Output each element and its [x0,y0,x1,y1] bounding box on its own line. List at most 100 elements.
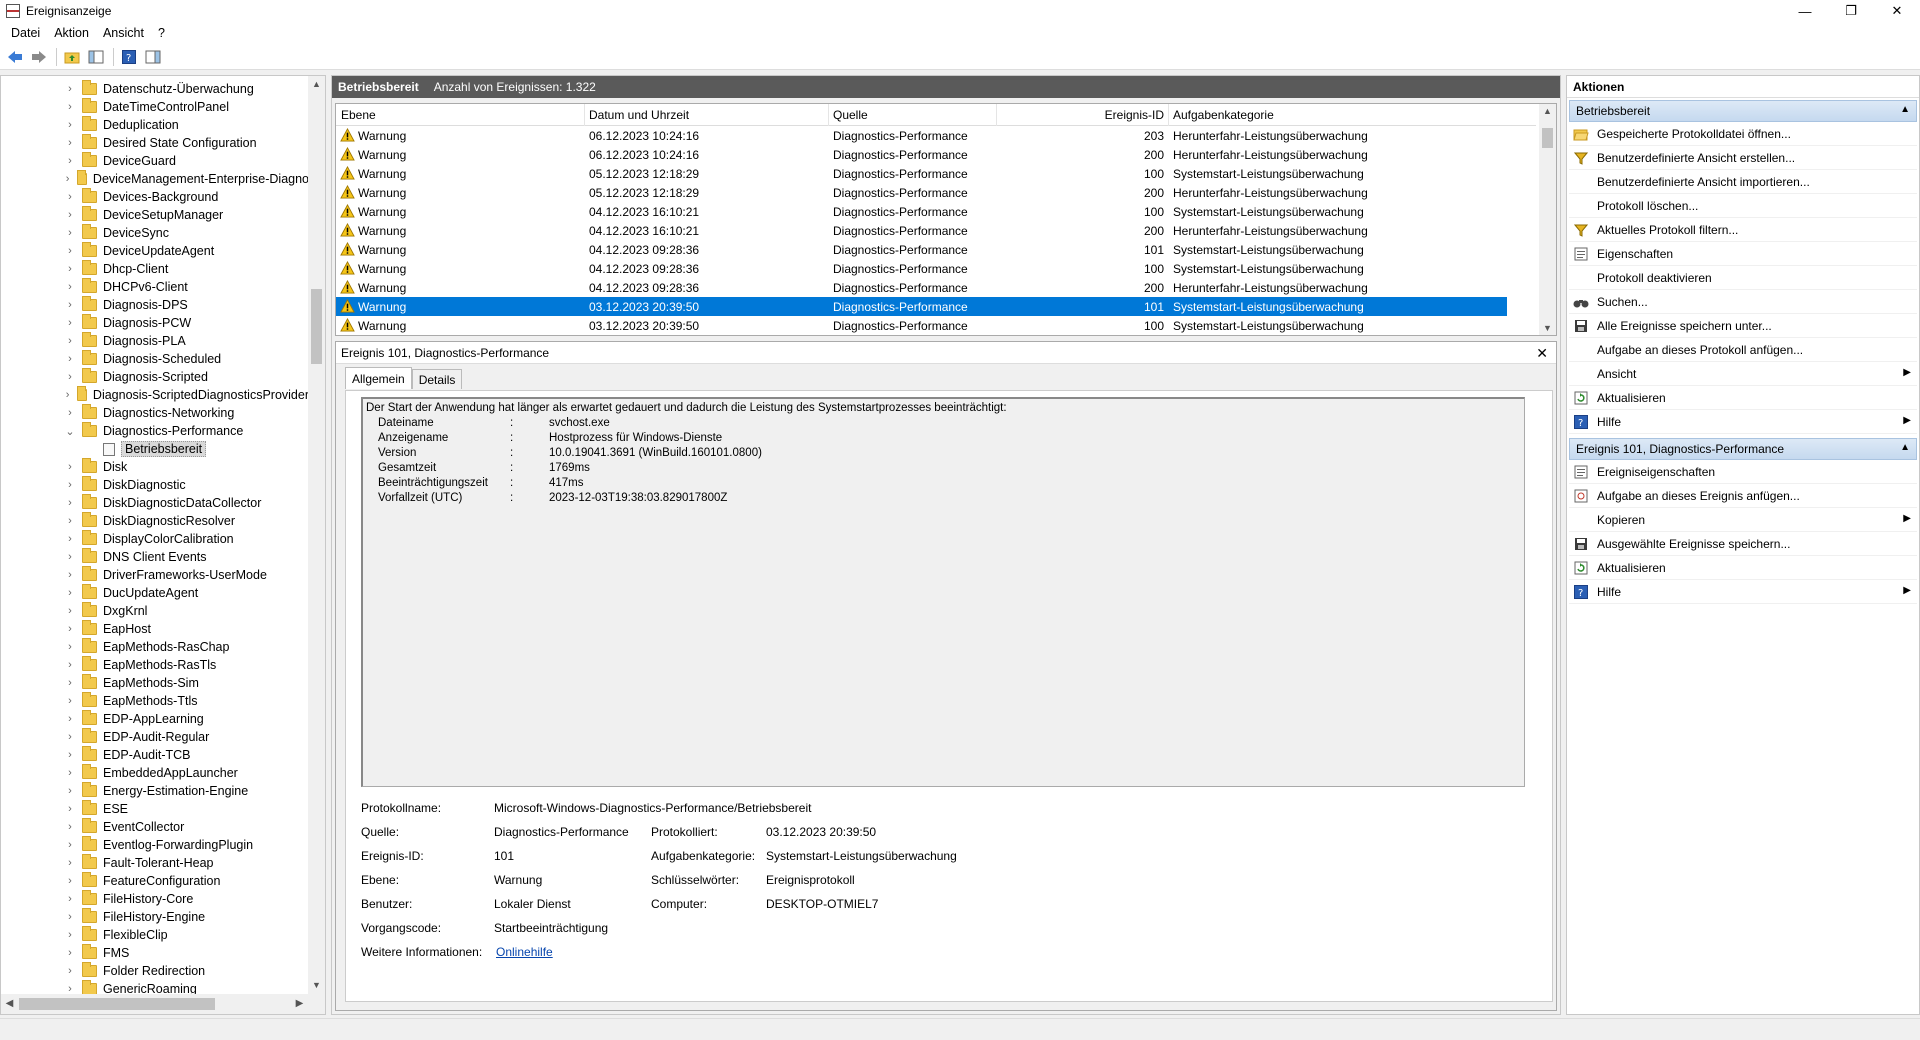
tab-details[interactable]: Details [411,369,463,389]
tree-item[interactable]: › DNS Client Events [1,548,309,566]
tree-item[interactable]: › Desired State Configuration [1,134,309,152]
chevron-right-icon[interactable]: › [64,515,76,527]
tree-item[interactable]: › Fault-Tolerant-Heap [1,854,309,872]
table-row[interactable]: Warnung 05.12.2023 12:18:29 Diagnostics-Pe… [336,164,1507,183]
action-item[interactable]: Benutzerdefinierte Ansicht erstellen... [1569,146,1917,170]
menu-help[interactable]: ? [151,26,172,40]
column-date[interactable]: Datum und Uhrzeit [589,108,689,122]
chevron-right-icon[interactable]: › [64,911,76,923]
menu-aktion[interactable]: Aktion [47,26,96,40]
tree-item[interactable]: › DriverFrameworks-UserMode [1,566,309,584]
tree-item[interactable]: › EventCollector [1,818,309,836]
tree-item[interactable]: › Diagnosis-Scripted [1,368,309,386]
tree-item[interactable]: › GenericRoaming [1,980,309,994]
chevron-right-icon[interactable]: › [64,317,76,329]
chevron-right-icon[interactable]: › [64,893,76,905]
action-item[interactable]: Alle Ereignisse speichern unter... [1569,314,1917,338]
chevron-right-icon[interactable]: › [64,353,76,365]
chevron-right-icon[interactable]: › [64,839,76,851]
table-row[interactable]: Warnung 03.12.2023 20:39:50 Diagnostics-Pe… [336,316,1507,335]
chevron-right-icon[interactable]: › [64,641,76,653]
collapse-icon[interactable]: ▲ [1900,442,1910,453]
table-row[interactable]: Warnung 04.12.2023 09:28:36 Diagnostics-Pe… [336,259,1507,278]
back-button[interactable] [4,46,26,68]
chevron-right-icon[interactable]: › [64,713,76,725]
tree-item[interactable]: › DisplayColorCalibration [1,530,309,548]
help-button[interactable]: ? [118,46,140,68]
tree-item[interactable]: › FileHistory-Engine [1,908,309,926]
chevron-right-icon[interactable]: › [64,731,76,743]
table-row[interactable]: Warnung 03.12.2023 20:39:50 Diagnostics-Pe… [336,297,1507,316]
tree-item-betriebsbereit[interactable]: Betriebsbereit [1,440,309,458]
chevron-right-icon[interactable]: › [64,245,76,257]
chevron-right-icon[interactable]: › [64,569,76,581]
chevron-right-icon[interactable]: › [64,551,76,563]
tree-item[interactable]: › EmbeddedAppLauncher [1,764,309,782]
menu-ansicht[interactable]: Ansicht [96,26,151,40]
table-row[interactable]: Warnung 04.12.2023 09:28:36 Diagnostics-Pe… [336,278,1507,297]
tree-item[interactable]: › Folder Redirection [1,962,309,980]
tree-item[interactable]: ⌄ Diagnostics-Performance [1,422,309,440]
tree-item[interactable]: › Eventlog-ForwardingPlugin [1,836,309,854]
tree-item[interactable]: › DeviceSync [1,224,309,242]
tree-item[interactable]: › DiskDiagnosticDataCollector [1,494,309,512]
tree-item[interactable]: › DHCPv6-Client [1,278,309,296]
scroll-up-icon[interactable]: ▲ [308,76,325,93]
tree-item[interactable]: › DucUpdateAgent [1,584,309,602]
scroll-right-icon[interactable]: ▶ [291,994,308,1014]
chevron-right-icon[interactable]: › [64,173,71,185]
table-row[interactable]: Warnung 04.12.2023 16:10:21 Diagnostics-Pe… [336,221,1507,240]
tree-item[interactable]: › Datenschutz-Überwachung [1,80,309,98]
action-item[interactable]: Protokoll löschen... [1569,194,1917,218]
chevron-right-icon[interactable]: › [64,983,76,994]
chevron-right-icon[interactable]: › [64,155,76,167]
tree-item[interactable]: › Disk [1,458,309,476]
chevron-right-icon[interactable]: › [64,83,76,95]
tree-vertical-scrollbar[interactable]: ▲ ▼ [308,76,325,994]
tree-item[interactable]: › DxgKrnl [1,602,309,620]
action-pane-button[interactable] [142,46,164,68]
column-separator[interactable] [828,104,829,126]
chevron-right-icon[interactable]: › [64,281,76,293]
maximize-button[interactable]: ❐ [1828,0,1874,22]
tree-item[interactable]: › EDP-Audit-Regular [1,728,309,746]
scroll-down-icon[interactable]: ▼ [308,977,325,994]
action-item[interactable]: Eigenschaften [1569,242,1917,266]
chevron-right-icon[interactable]: › [64,335,76,347]
chevron-right-icon[interactable]: › [64,299,76,311]
action-item[interactable]: Kopieren ▶ [1569,508,1917,532]
scroll-thumb[interactable] [311,289,322,364]
chevron-right-icon[interactable]: › [64,875,76,887]
chevron-right-icon[interactable]: › [64,767,76,779]
tree-item[interactable]: › Diagnosis-PLA [1,332,309,350]
column-separator[interactable] [996,104,997,126]
chevron-right-icon[interactable]: › [64,389,71,401]
action-item[interactable]: ? Hilfe ▶ [1569,410,1917,434]
tree-item[interactable]: › Diagnosis-DPS [1,296,309,314]
table-row[interactable]: Warnung 04.12.2023 09:28:36 Diagnostics-Pe… [336,240,1507,259]
online-help-link[interactable]: Onlinehilfe [496,945,553,959]
chevron-right-icon[interactable]: › [64,929,76,941]
column-level[interactable]: Ebene [341,108,376,122]
tree-item[interactable]: › DiskDiagnosticResolver [1,512,309,530]
actions-section-log[interactable]: Betriebsbereit ▲ [1569,100,1917,122]
action-item[interactable]: Aktualisieren [1569,386,1917,410]
tree-item[interactable]: › FMS [1,944,309,962]
scroll-thumb[interactable] [1542,128,1553,148]
collapse-icon[interactable]: ▲ [1900,104,1910,115]
chevron-right-icon[interactable]: › [64,785,76,797]
action-item[interactable]: Aktuelles Protokoll filtern... [1569,218,1917,242]
action-item[interactable]: Ausgewählte Ereignisse speichern... [1569,532,1917,556]
tree-item[interactable]: › Devices-Background [1,188,309,206]
table-row[interactable]: Warnung 04.12.2023 16:10:21 Diagnostics-Pe… [336,202,1507,221]
tree-item[interactable]: › DeviceManagement-Enterprise-Diagno [1,170,309,188]
tree-horizontal-scrollbar[interactable]: ◀ ▶ [1,994,325,1014]
chevron-right-icon[interactable]: › [64,191,76,203]
tree-item[interactable]: › Dhcp-Client [1,260,309,278]
tree-item[interactable]: › DiskDiagnostic [1,476,309,494]
chevron-right-icon[interactable]: › [64,965,76,977]
scroll-left-icon[interactable]: ◀ [1,994,18,1014]
chevron-right-icon[interactable]: › [64,371,76,383]
actions-section-event[interactable]: Ereignis 101, Diagnostics-Performance ▲ [1569,438,1917,460]
grid-vertical-scrollbar[interactable]: ▲ ▼ [1539,104,1556,335]
